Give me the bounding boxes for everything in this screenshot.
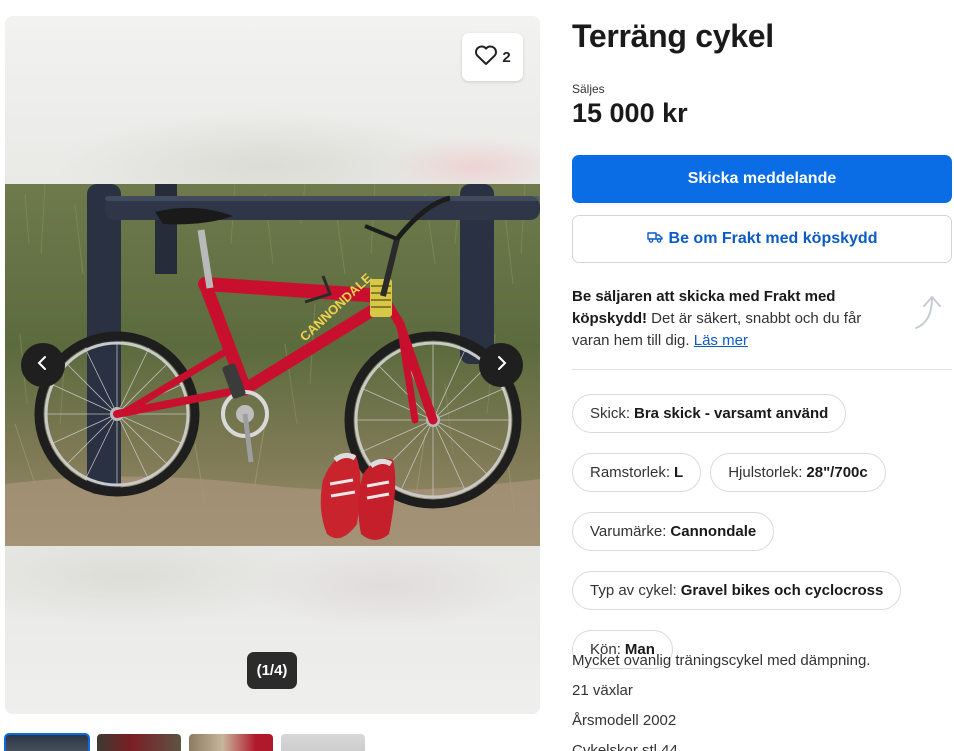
favorite-button[interactable]: 2 [462,33,523,81]
attribute-chip-frame-size: Ramstorlek: L [572,453,702,492]
thumbnail-3[interactable] [189,734,273,751]
favorite-count: 2 [502,48,511,66]
thumbnail-2[interactable] [97,734,181,751]
image-counter: (1/4) [247,652,297,689]
description-line: 21 växlar [572,682,633,699]
chevron-right-icon [494,355,508,376]
description-line: Årsmodell 2002 [572,712,677,729]
listing-description: Mycket ovanlig träningscykel med dämpnin… [572,650,870,751]
request-shipping-button[interactable]: Be om Frakt med köpskydd [572,215,952,263]
attribute-chips: Skick: Bra skick - varsamt använd Ramstor… [572,394,952,669]
attribute-value: 28"/700c [806,464,868,481]
previous-image-button[interactable] [21,343,65,387]
blurred-image-backdrop-top [5,16,540,184]
thumbnail-4[interactable] [281,734,365,751]
shipping-promo: Be säljaren att skicka med Frakt med köp… [572,286,892,352]
attribute-value: Gravel bikes och cyclocross [680,582,884,599]
send-message-button[interactable]: Skicka meddelande [572,155,952,203]
attribute-chip-bike-type: Typ av cykel: Gravel bikes och cyclocross [572,571,902,610]
description-line: Mycket ovanlig träningscykel med dämpnin… [572,652,871,669]
attribute-label: Varumärke: [590,523,667,540]
send-message-label: Skicka meddelande [687,170,837,187]
attribute-chip-condition: Skick: Bra skick - varsamt använd [572,394,847,433]
attribute-value: Bra skick - varsamt använd [634,405,829,422]
listing-title: Terräng cykel [572,18,774,54]
description-line: Cykelskor stl 44 [572,742,678,751]
attribute-label: Hjulstorlek: [728,464,803,481]
heart-icon [474,44,498,71]
attribute-chip-brand: Varumärke: Cannondale [572,512,775,551]
listing-price: 15 000 kr [572,98,688,128]
curved-arrow-icon [912,292,944,337]
attribute-value: L [674,464,684,481]
thumbnail-strip [4,733,365,751]
section-divider [572,369,952,370]
listing-photo: CANNONDALE [5,184,540,546]
image-gallery: CANNONDALE 2 (1/4) [5,16,540,714]
attribute-label: Skick: [590,405,631,422]
attribute-label: Typ av cykel: [590,582,677,599]
request-shipping-label: Be om Frakt med köpskydd [668,230,878,247]
next-image-button[interactable] [479,343,523,387]
attribute-value: Cannondale [670,523,757,540]
attribute-label: Ramstorlek: [590,464,671,481]
read-more-link[interactable]: Läs mer [694,332,748,349]
delivery-truck-icon [646,230,663,248]
attribute-chip-wheel-size: Hjulstorlek: 28"/700c [710,453,886,492]
sale-label: Säljes [572,82,605,96]
thumbnail-1[interactable] [4,733,90,751]
chevron-left-icon [36,355,50,376]
